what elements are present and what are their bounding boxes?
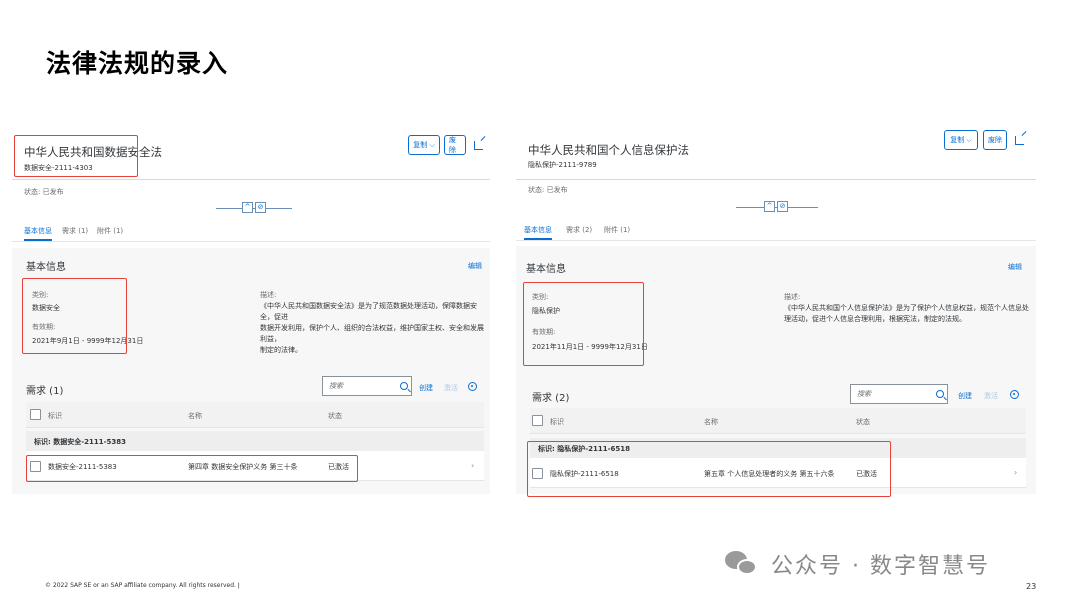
collapse-header-icon[interactable]: ^ (764, 201, 775, 212)
tab-bar: 基本信息 需求 (1) 附件 (1) (12, 222, 490, 242)
tab-attachments[interactable]: 附件 (1) (604, 225, 630, 235)
delete-button[interactable]: 废除 (444, 135, 466, 155)
delete-button[interactable]: 废除 (983, 130, 1007, 150)
copyright-footer: © 2022 SAP SE or an SAP affiliate compan… (45, 582, 240, 589)
object-title: 中华人民共和国个人信息保护法 (528, 143, 689, 157)
description-label: 描述: (260, 291, 277, 299)
create-button[interactable]: 创建 (958, 391, 972, 401)
basic-info-title: 基本信息 (26, 262, 66, 273)
select-all-checkbox[interactable] (30, 409, 41, 420)
copy-button[interactable]: 复制 ⌵ (944, 130, 978, 150)
select-all-checkbox[interactable] (532, 415, 543, 426)
highlight-right-rows (527, 441, 891, 497)
column-header-id: 标识 (48, 412, 62, 420)
collapse-header-icon[interactable]: ^ (242, 202, 253, 213)
gear-icon[interactable] (468, 382, 477, 391)
pin-header-icon[interactable]: ⊘ (777, 201, 788, 212)
wechat-icon (725, 551, 759, 577)
activate-button[interactable]: 激活 (444, 383, 458, 393)
tab-basic-info[interactable]: 基本信息 (24, 226, 52, 241)
slide-title: 法律法规的录入 (46, 49, 229, 78)
search-icon[interactable] (936, 390, 944, 398)
open-external-icon[interactable] (1015, 136, 1024, 145)
requirements-title: 需求 (2) (532, 393, 570, 404)
status-text: 状态: 已发布 (528, 186, 568, 194)
activate-button[interactable]: 激活 (984, 391, 998, 401)
column-header-name: 名称 (188, 412, 202, 420)
description-label: 描述: (784, 293, 801, 301)
search-input[interactable]: 搜索 (322, 376, 412, 396)
table-header: 标识 名称 状态 (26, 402, 484, 428)
header-collapse-bar (216, 208, 292, 209)
column-header-id: 标识 (550, 418, 564, 426)
search-icon[interactable] (400, 382, 408, 390)
tab-attachments[interactable]: 附件 (1) (97, 226, 123, 236)
chevron-right-icon[interactable]: › (471, 461, 474, 470)
group-header-row: 标识: 数据安全-2111-5383 (26, 431, 484, 451)
page-number: 23 (1026, 582, 1037, 591)
copy-button[interactable]: 复制 ⌵ (408, 135, 440, 155)
highlight-right-info (523, 282, 644, 366)
column-header-status: 状态 (328, 412, 342, 420)
edit-link[interactable]: 编辑 (1008, 262, 1022, 272)
search-input[interactable]: 搜索 (850, 384, 948, 404)
highlight-left-info (22, 278, 127, 354)
pin-header-icon[interactable]: ⊘ (255, 202, 266, 213)
object-header: 中华人民共和国个人信息保护法 隐私保护-2111-9789 复制 ⌵ 废除 (516, 122, 1036, 180)
description-text: 《中华人民共和国个人信息保护法》是为了保护个人信息权益，规范个人信息处 理活动，… (784, 304, 1029, 323)
create-button[interactable]: 创建 (419, 383, 433, 393)
table-header: 标识 名称 状态 (530, 408, 1026, 434)
description-text: 《中华人民共和国数据安全法》是为了规范数据处理活动，保障数据安全，促进 数据开发… (260, 302, 484, 354)
object-subtitle: 隐私保护-2111-9789 (528, 161, 597, 169)
highlight-left-row (26, 455, 358, 482)
watermark: 公众号 · 数字智慧号 (725, 548, 990, 580)
tab-requirements[interactable]: 需求 (1) (62, 226, 88, 236)
requirements-title: 需求 (1) (26, 386, 64, 397)
tab-bar: 基本信息 需求 (2) 附件 (1) (516, 221, 1036, 241)
highlight-left-title (14, 135, 138, 177)
tab-requirements[interactable]: 需求 (2) (566, 225, 592, 235)
basic-info-title: 基本信息 (526, 264, 566, 275)
gear-icon[interactable] (1010, 390, 1019, 399)
status-text: 状态: 已发布 (24, 188, 64, 196)
tab-basic-info[interactable]: 基本信息 (524, 225, 552, 240)
open-external-icon[interactable] (474, 141, 483, 150)
column-header-status: 状态 (856, 418, 870, 426)
column-header-name: 名称 (704, 418, 718, 426)
chevron-right-icon[interactable]: › (1014, 468, 1017, 477)
edit-link[interactable]: 编辑 (468, 261, 482, 271)
